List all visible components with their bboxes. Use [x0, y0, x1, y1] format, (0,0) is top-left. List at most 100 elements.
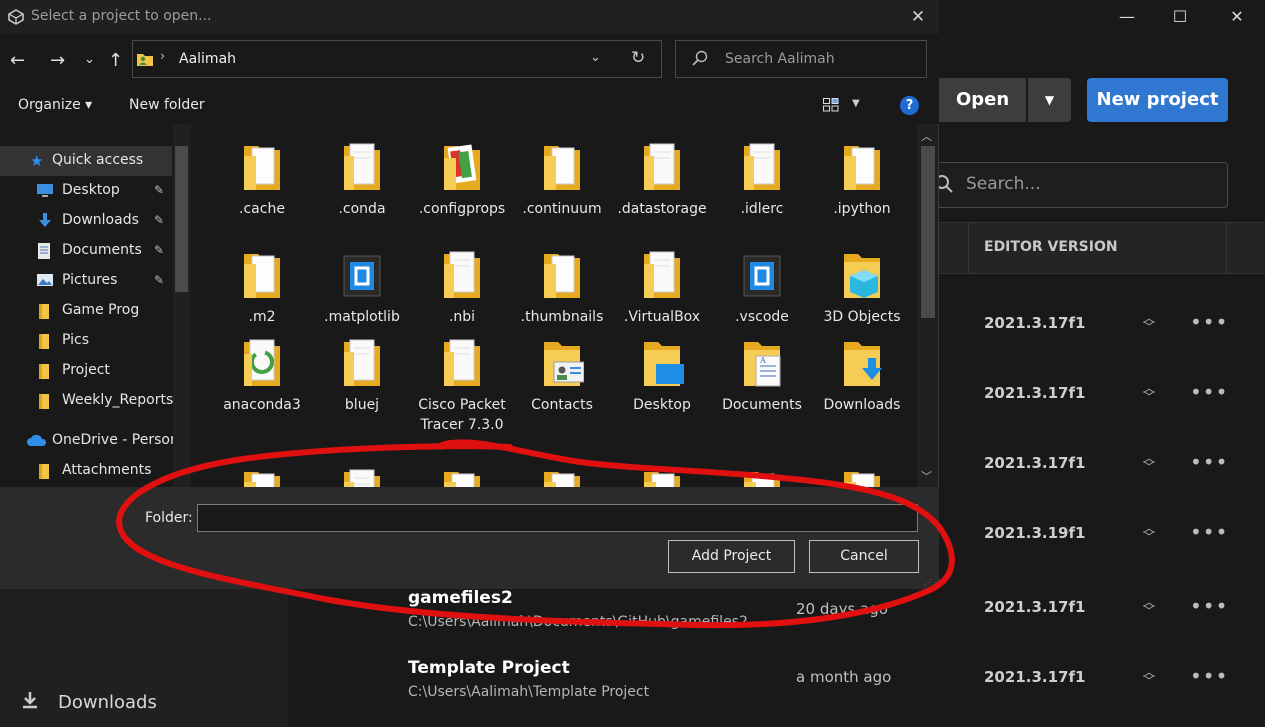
scroll-down-arrow[interactable]: ﹀ [921, 468, 932, 484]
new-folder-button[interactable]: New folder [129, 97, 205, 113]
recent-locations-button[interactable]: ⌄ [84, 52, 95, 67]
pin-icon[interactable]: ✎ [154, 243, 164, 257]
nav-item-downloads[interactable]: Downloads ✎ [0, 206, 172, 236]
new-project-button[interactable]: New project [1087, 78, 1228, 122]
sidebar-item-downloads[interactable]: Downloads [58, 692, 157, 713]
close-icon[interactable]: ✕ [906, 5, 930, 29]
nav-item-pictures[interactable]: Pictures ✎ [0, 266, 172, 296]
updown-chevron-icon[interactable]: ︿ ﹀ [1143, 522, 1155, 543]
file-tile[interactable] [812, 452, 912, 487]
file-tile[interactable]: bluej [312, 322, 412, 428]
editor-version[interactable]: 2021.3.17f1 [984, 454, 1085, 472]
view-options-dropdown[interactable]: ▼ [852, 98, 860, 109]
updown-chevron-icon[interactable]: ︿ ﹀ [1143, 666, 1155, 687]
back-button[interactable]: ← [10, 50, 25, 71]
file-tile[interactable]: .cache [212, 126, 312, 232]
file-tile[interactable] [412, 452, 512, 487]
folder-input[interactable] [197, 504, 918, 532]
updown-chevron-icon[interactable]: ︿ ﹀ [1143, 452, 1155, 473]
file-tile[interactable]: .idlerc [712, 126, 812, 232]
close-window-button[interactable]: ✕ [1222, 4, 1252, 30]
editor-version[interactable]: 2021.3.17f1 [984, 668, 1085, 686]
up-button[interactable]: ↑ [108, 50, 123, 71]
folder-icon [640, 140, 684, 194]
nav-item-label: OneDrive - Person [52, 432, 179, 448]
editor-version[interactable]: 2021.3.17f1 [984, 598, 1085, 616]
minimize-button[interactable]: — [1112, 4, 1142, 30]
star-icon: ★ [30, 152, 44, 170]
nav-item-documents[interactable]: Documents ✎ [0, 236, 172, 266]
folder-icon [540, 336, 585, 390]
nav-item-project[interactable]: Project [0, 356, 172, 386]
resize-grip[interactable]: ⋰⋰ [924, 578, 940, 587]
file-tile[interactable]: .configprops [412, 126, 512, 232]
file-tile[interactable]: A Documents [712, 322, 812, 428]
documents-icon [36, 242, 54, 260]
file-tile[interactable]: anaconda3 [212, 322, 312, 428]
add-project-button[interactable]: Add Project [668, 540, 795, 573]
help-icon[interactable]: ? [900, 96, 919, 115]
open-dropdown-button[interactable]: ▼ [1028, 78, 1071, 122]
file-tile[interactable]: Desktop [612, 322, 712, 428]
file-tile[interactable] [712, 452, 812, 487]
updown-chevron-icon[interactable]: ︿ ﹀ [1143, 382, 1155, 403]
project-row[interactable]: gamefiles2 C:\Users\Aalimah\Documents\Gi… [288, 580, 1265, 650]
editor-version[interactable]: 2021.3.17f1 [984, 314, 1085, 332]
refresh-icon[interactable]: ↻ [631, 48, 645, 68]
file-tile[interactable] [612, 452, 712, 487]
project-name[interactable]: Template Project [408, 658, 570, 678]
breadcrumb-current[interactable]: Aalimah [179, 51, 236, 67]
file-list-scroll-thumb[interactable] [921, 146, 935, 318]
file-tile[interactable] [212, 452, 312, 487]
file-label: Downloads [823, 397, 901, 413]
pin-icon[interactable]: ✎ [154, 273, 164, 287]
more-options-icon[interactable]: ••• [1190, 380, 1228, 404]
project-name[interactable]: gamefiles2 [408, 588, 513, 608]
file-tile[interactable] [512, 452, 612, 487]
nav-item-game-prog[interactable]: Game Prog [0, 296, 172, 326]
nav-item-onedrive[interactable]: OneDrive - Person [0, 426, 179, 456]
updown-chevron-icon[interactable]: ︿ ﹀ [1143, 312, 1155, 333]
pin-icon[interactable]: ✎ [154, 183, 164, 197]
nav-item-pics[interactable]: Pics [0, 326, 172, 356]
file-label: anaconda3 [223, 397, 301, 413]
cancel-button[interactable]: Cancel [809, 540, 919, 573]
forward-button[interactable]: → [50, 50, 65, 71]
file-tile[interactable]: .conda [312, 126, 412, 232]
file-label: .datastorage [617, 201, 707, 217]
maximize-button[interactable]: ☐ [1165, 4, 1195, 30]
nav-item-weekly-reports[interactable]: Weekly_Reports [0, 386, 173, 416]
file-tile[interactable]: .continuum [512, 126, 612, 232]
open-project-button[interactable]: Open [930, 78, 1026, 122]
more-options-icon[interactable]: ••• [1190, 594, 1228, 618]
nav-item-attachments[interactable]: Attachments [0, 456, 172, 486]
file-tile[interactable]: Cisco Packet Tracer 7.3.0 [412, 322, 512, 433]
nav-pane-scroll-thumb[interactable] [175, 146, 188, 292]
folder-icon [540, 466, 584, 487]
file-tile[interactable] [312, 452, 412, 487]
updown-chevron-icon[interactable]: ︿ ﹀ [1143, 596, 1155, 617]
nav-item-quick-access[interactable]: ★ Quick access [0, 146, 172, 176]
nav-item-desktop[interactable]: Desktop ✎ [0, 176, 172, 206]
folder-icon [36, 362, 54, 380]
file-tile[interactable]: Downloads [812, 322, 912, 428]
more-options-icon[interactable]: ••• [1190, 310, 1228, 334]
more-options-icon[interactable]: ••• [1190, 450, 1228, 474]
project-row[interactable]: Template Project C:\Users\Aalimah\Templa… [288, 650, 1265, 720]
download-icon [20, 690, 40, 715]
file-tile[interactable]: Contacts [512, 322, 612, 428]
folder-icon [36, 462, 54, 480]
scroll-up-arrow[interactable]: ︿ [921, 128, 932, 144]
more-options-icon[interactable]: ••• [1190, 664, 1228, 688]
file-label: .configprops [418, 201, 506, 217]
organize-menu[interactable]: Organize ▾ [18, 97, 92, 113]
editor-version[interactable]: 2021.3.17f1 [984, 384, 1085, 402]
address-history-dropdown[interactable]: ⌄ [590, 50, 601, 65]
view-options-icon[interactable] [823, 97, 839, 112]
file-tile[interactable]: .ipython [812, 126, 912, 232]
editor-version-column-header[interactable]: EDITOR VERSION [984, 239, 1118, 255]
pin-icon[interactable]: ✎ [154, 213, 164, 227]
file-tile[interactable]: .datastorage [612, 126, 712, 232]
more-options-icon[interactable]: ••• [1190, 520, 1228, 544]
editor-version[interactable]: 2021.3.19f1 [984, 524, 1085, 542]
